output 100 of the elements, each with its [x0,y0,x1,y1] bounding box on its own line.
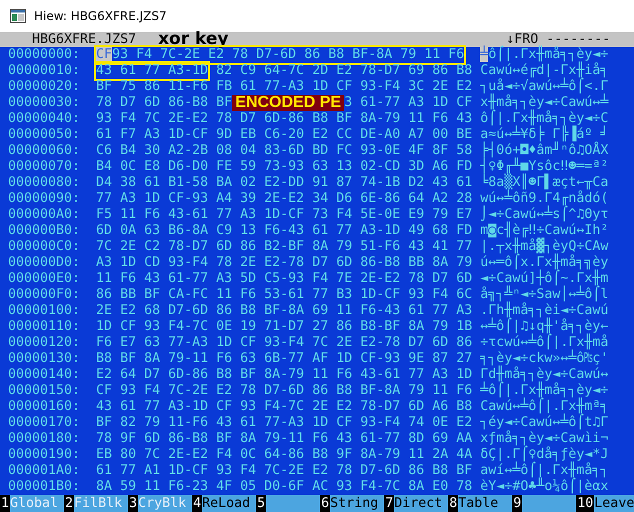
offset-label: 000000B0: [8,223,80,239]
function-key[interactable]: String [330,495,384,512]
hex-bytes: 2E E2 68 D7-6D 86 B8 BF-8A 69 11 F6-43 61 77 A3 [96,303,472,319]
offset-label: 00000140: [8,367,80,383]
highlighted-hex-bytes: CF93 F4 7C-2E E2 78 D7-6D 86 B8 BF-8A 79 11 F6 [96,47,464,63]
offset-label: 00000010: [8,63,80,79]
hex-bytes: 11 F6 43 61-77 A3 5D C5-93 F4 7E 2E-E2 78 D7 6D [96,271,472,287]
hex-bytes: F5 11 F6 43-61 77 A3 1D-CF 73 F4 5E-0E E9 79 E7 [96,207,472,223]
ascii-text: ↔╧ô⌠|♫↓q╫'å╕┐èy← [480,319,608,334]
offset-label: 000000A0: [8,207,80,223]
ascii-text: δÇ|.Γ⌠♀då╕ƒèy◄*J [480,447,608,462]
offset-label: 00000080: [8,175,80,191]
ascii-text: ô⌠|.Γx╫må╕┐èy◄÷C [480,111,608,126]
offset-label: 00000000: [8,47,80,63]
function-key-number: 1 [0,495,10,512]
offset-label: 00000160: [8,399,80,415]
offset-label: 00000020: [8,79,80,95]
offset-label: 000001B0: [8,479,80,495]
ascii-text: Γd╫må╕┐èy◄÷Cawú↔ [480,367,608,382]
offset-label: 00000130: [8,351,80,367]
cursor-byte: CF [96,47,112,62]
hex-bytes: F6 E7 63 77-A3 1D CF 93-F4 7C 2E E2-78 D7 6D 86 [96,335,472,351]
function-key-number: 7 [384,495,394,512]
hex-bytes: D4 38 61 B1-58 BA 02 E2-DD 91 87 74-1B D2 43 61 [96,175,472,191]
annotation-text: xor key [158,32,229,47]
hex-bytes: 61 77 A1 1D-CF 93 F4 7C-2E E2 78 D7-6D 86 B8 BF [96,463,472,479]
ascii-text: |.┬x╫må▓┐èyQ÷CAw [480,239,608,254]
hex-bytes: 78 D7 6D 86-B8 BF [96,95,232,111]
offset-label: 00000060: [8,143,80,159]
function-key[interactable]: ReLoad [202,495,256,512]
hex-bytes: 1D CF 93 F4-7C 0E 19 71-D7 27 86 B8-BF 8A 79 1B [96,319,472,335]
function-key-number: 9 [512,495,522,512]
offset-label: 000000F0: [8,287,80,303]
function-key-number: 2 [64,495,74,512]
mode-indicator: ↓FRO -------- [506,32,610,47]
function-key[interactable]: Direct [394,495,448,512]
function-key-number: 5 [256,495,266,512]
app-icon [10,9,26,23]
ascii-text: ┤♀Φ╓╨■Ysôc‼☻═=ª² [480,159,608,174]
hex-bytes: BF 82 79 11-F6 43 61 77-A3 1D CF 93-F4 74 0E E2 [96,415,472,431]
ascii-text: ╞┤0ó+◘♦âm╜ⁿô♫OÅX [480,143,608,158]
hex-bytes: CF 93 F4 7C-2E E2 78 D7-6D 86 B8 BF-8A 79 11 F6 [96,383,472,399]
ascii-text: Cawú↔╧ô⌠|.Γx╫mª╕ [480,399,608,414]
offset-label: 000000D0: [8,255,80,271]
function-key[interactable]: Leave [594,495,634,512]
hex-bytes: 86 BB BF CA-FC 11 F6 53-61 77 B3 1D-CF 93 F4 6C [96,287,472,303]
ascii-text: ╕┐èy◄÷ckw»↔╧ô₧ç' [480,351,608,366]
hex-bytes: 8A 59 11 F6-23 4F 05 D0-6F AC 93 F4-7C 8A E0 78 [96,479,472,495]
offset-label: 00000050: [8,127,80,143]
ascii-text: å╗┐╩ⁿ◄÷Saw│↔╧ô⌠l [480,287,608,302]
hex-bytes: B8 BF 8A 79-11 F6 63 6B-77 AF 1D CF-93 9E 87 27 [96,351,472,367]
offset-label: 00000110: [8,319,80,335]
ascii-text: ⌡◄÷Cawú↔╧s⌠^♫Θyτ [480,207,608,222]
function-key-number: 8 [448,495,458,512]
ascii-text: m◙c╢è╔‼÷Cawú↔Ih² [480,223,608,238]
highlighted-hex-bytes: 43 61 77 A3-1D [96,63,208,79]
ascii-text: ┐éy◄÷Cawú↔╧ô⌠t♫Γ [480,415,608,430]
offset-label: 00000070: [8,159,80,175]
hex-bytes: A3 1D CD 93-F4 78 2E E2-78 D7 6D 86-B8 BB 8A 79 [96,255,472,271]
window-title: Hiew: HBG6XFRE.JZS7 [34,9,167,23]
hex-bytes: 77 A3 1D CF-93 A4 39 2E-E2 34 D6 6E-86 64 A2 28 [96,191,472,207]
offset-label: 00000030: [8,95,80,111]
ascii-text: ╧ô⌠|.Γx╫må╕┐èy◄÷ [480,383,608,398]
offset-label: 000000C0: [8,239,80,255]
offset-label: 00000090: [8,191,80,207]
annotation-label: ENCODED PE [232,95,344,111]
hex-bytes: 6D 0A 63 B6-8A C9 13 F6-43 61 77 A3-1D 49 68 FD [96,223,472,239]
file-name: HBG6XFRE.JZS7 [32,32,136,47]
hex-bytes: 93 F4 7C 2E-E2 78 D7 6D-86 B8 BF 8A-79 11 F6 43 [96,111,472,127]
ascii-text: èY◄÷#O♣╨o¼ô⌠|èαx [480,479,608,494]
ascii-text: ◄÷Cawú]┼ô⌠~.Γx╫m [480,271,608,286]
function-key[interactable]: Table [458,495,512,512]
ascii-text: .Γh╫må╕┐èi◄÷Cawú [480,303,608,318]
offset-label: 00000120: [8,335,80,351]
function-key-number: 6 [320,495,330,512]
hex-bytes: 3 61-77 A3 1D CF [344,95,472,111]
hex-bytes: 78 9F 6D 86-B8 BF 8A 79-11 F6 43 61-77 8D 69 AA [96,431,472,447]
hex-bytes: 61 F7 A3 1D-CF 9D EB C6-20 E2 CC DE-A0 A7 00 BE [96,127,472,143]
hex-bytes: E2 64 D7 6D-86 B8 BF 8A-79 11 F6 43-61 77 A3 1D [96,367,472,383]
ascii-text: wú↔╧ôñ9.Γ4╓nådó( [480,191,608,206]
hex-bytes: BF 75 86 11-F6 FB 61 77-A3 1D CF 93-F4 3C 2E E2 [96,79,472,95]
hex-bytes: C6 B4 30 A2-2B 08 04 83-6D BD FC 93-0E 4F 8F 58 [96,143,472,159]
offset-label: 00000150: [8,383,80,399]
hex-bytes: 43 61 77 A3-1D CF 93 F4-7C 2E E2 78-D7 6D A6 B8 [96,399,472,415]
offset-label: 00000180: [8,431,80,447]
function-key-number: 10 [576,495,594,512]
ascii-text: x╫må╕┐èy◄÷Cawú↔╧ [480,95,608,110]
hex-bytes: 7C 2E C2 78-D7 6D 86 B2-BF 8A 79 51-F6 43 41 77 [96,239,472,255]
offset-label: 00000190: [8,447,80,463]
ascii-text: ╘8a▒X║☻Γ▌æçt←╥Ca [480,175,608,190]
offset-label: 000001A0: [8,463,80,479]
hex-bytes: EB 80 7C 2E-E2 F4 0C 64-86 B8 9F 8A-79 11 2A 4A [96,447,472,463]
ascii-text: a≈ú↔╧¥δ╞ Γ╠▐áº ╛ [480,127,608,142]
ascii-text: ô⌠|.Γx╫må╕┐èy◄÷ [488,47,608,62]
offset-label: 00000040: [8,111,80,127]
hex-bytes: B4 0C E8 D6-D0 FE 59 73-93 63 13 02-CD 3D A6 FD [96,159,472,175]
ascii-text: Cawú↔é╔d|-Γx╫iå╕ [480,63,608,78]
ascii-text: ú↔═ô⌠x.Γx╫må╕╗èy [480,255,608,270]
ascii-text: ÷τcwú↔╧ô⌠|.Γx╫må [480,335,608,350]
ascii-text: xƒmå╕┐èy◄÷Cawìi¬ [480,431,608,446]
